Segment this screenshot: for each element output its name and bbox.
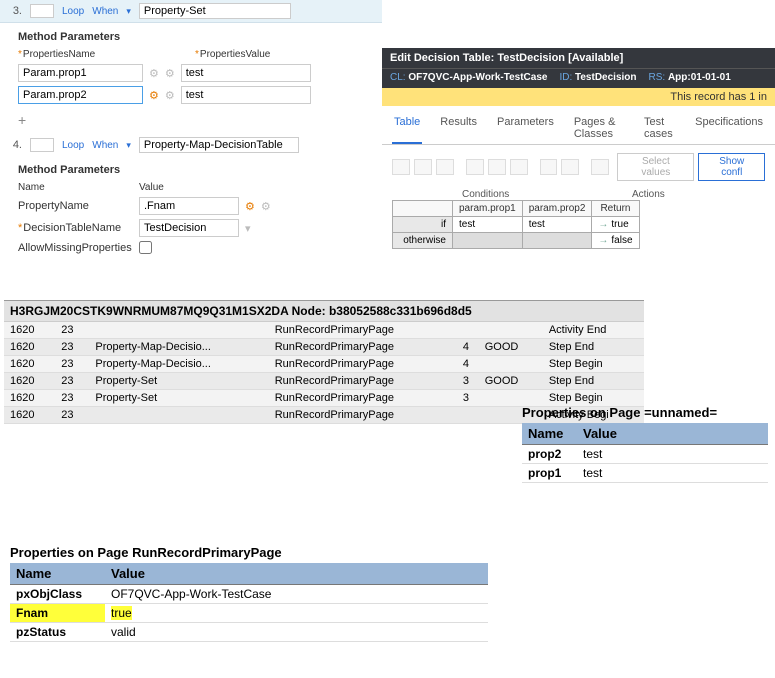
tracer-row[interactable]: 162023RunRecordPrimaryPageActivity End	[4, 322, 644, 339]
dt-col-header[interactable]: param.prop2	[522, 201, 592, 217]
param-value-input[interactable]	[139, 219, 239, 237]
param-row: DecisionTableName ▾	[18, 219, 364, 237]
table-row: pxObjClassOF7QVC-App-Work-TestCase	[10, 585, 488, 604]
dt-corner	[393, 201, 453, 217]
table-row: pzStatusvalid	[10, 623, 488, 642]
chevron-down-icon[interactable]: ▾	[126, 140, 131, 151]
dt-title: Edit Decision Table: TestDecision [Avail…	[382, 48, 775, 69]
col-header-value: Value	[139, 182, 164, 193]
dt-col-header[interactable]: Return	[592, 201, 639, 217]
col-header-name: Name	[18, 182, 133, 193]
gear-icon[interactable]: ⚙	[245, 200, 255, 213]
col-header-name: PropertiesName	[18, 49, 153, 60]
method-params-grid: PropertiesName PropertiesValue ⚙⚙ ⚙⚙	[0, 49, 382, 112]
param-label: AllowMissingProperties	[18, 242, 133, 254]
step-number: 3.	[8, 5, 22, 17]
table-row: Fnamtrue	[10, 604, 488, 623]
gear-icon[interactable]: ⚙	[149, 67, 159, 80]
toolbar-button[interactable]	[488, 159, 506, 175]
loop-link[interactable]: Loop	[62, 6, 84, 17]
activity-panel: 3. Loop When ▾ Method Parameters Propert…	[0, 0, 382, 262]
step-number: 4.	[8, 139, 22, 151]
step-3-header[interactable]: 3. Loop When ▾	[0, 0, 382, 23]
tracer-row[interactable]: 162023Property-Map-Decisio...RunRecordPr…	[4, 339, 644, 356]
method-params-grid: Name Value PropertyName ⚙ ⚙ DecisionTable…	[0, 182, 382, 262]
method-params-title: Method Parameters	[0, 156, 382, 182]
param-row: ⚙⚙	[18, 64, 364, 82]
param-name-input[interactable]	[18, 64, 143, 82]
props-title: Properties on Page RunRecordPrimaryPage	[10, 542, 488, 563]
show-conflicts-button[interactable]: Show confl	[698, 153, 765, 181]
gear-icon[interactable]: ⚙	[261, 200, 271, 213]
param-name-input[interactable]	[18, 86, 143, 104]
dt-col-header[interactable]: param.prop1	[453, 201, 523, 217]
table-row: prop2test	[522, 445, 768, 464]
toolbar-button[interactable]	[392, 159, 410, 175]
chevron-down-icon[interactable]: ▾	[126, 6, 131, 17]
tab-pages-classes[interactable]: Pages & Classes	[572, 112, 626, 144]
param-label: DecisionTableName	[18, 222, 133, 234]
when-link[interactable]: When	[92, 140, 118, 151]
toolbar-button[interactable]	[540, 159, 558, 175]
warning-bar[interactable]: This record has 1 in	[382, 88, 775, 106]
tab-test-cases[interactable]: Test cases	[642, 112, 677, 144]
props-unnamed-panel: Properties on Page =unnamed= NameValue p…	[522, 402, 768, 483]
gear-icon[interactable]: ⚙	[165, 89, 175, 102]
param-row: ⚙⚙	[18, 86, 364, 104]
method-input[interactable]	[139, 137, 299, 153]
toolbar-button[interactable]	[561, 159, 579, 175]
method-input[interactable]	[139, 3, 291, 19]
tab-results[interactable]: Results	[438, 112, 479, 144]
param-label: PropertyName	[18, 200, 133, 212]
add-row-button[interactable]: +	[0, 112, 382, 134]
param-value-input[interactable]	[181, 64, 311, 82]
select-values-button[interactable]: Select values	[617, 153, 694, 181]
gear-icon[interactable]: ⚙	[149, 89, 159, 102]
toolbar-button[interactable]	[591, 159, 609, 175]
tracer-row[interactable]: 162023Property-Map-Decisio...RunRecordPr…	[4, 356, 644, 373]
decision-table-panel: Edit Decision Table: TestDecision [Avail…	[382, 48, 775, 249]
dt-row[interactable]: otherwise →false	[393, 233, 640, 249]
param-row: AllowMissingProperties	[18, 241, 364, 254]
tracer-title: H3RGJM20CSTK9WNRMUM87MQ9Q31M1SX2DA Node:…	[4, 300, 644, 322]
toolbar-button[interactable]	[510, 159, 528, 175]
toolbar-button[interactable]	[414, 159, 432, 175]
props-table: NameValue prop2test prop1test	[522, 423, 768, 483]
dt-subheader: CL: OF7QVC-App-Work-TestCase ID: TestDec…	[382, 69, 775, 88]
tab-specifications[interactable]: Specifications	[693, 112, 765, 144]
col-header-value: PropertiesValue	[195, 49, 270, 60]
step-label-box[interactable]	[30, 138, 54, 152]
tab-table[interactable]: Table	[392, 112, 422, 144]
gear-icon[interactable]: ⚙	[165, 67, 175, 80]
step-4-header[interactable]: 4. Loop When ▾	[0, 134, 382, 156]
when-link[interactable]: When	[92, 6, 118, 17]
tracer-row[interactable]: 162023Property-SetRunRecordPrimaryPage3G…	[4, 373, 644, 390]
step-label-box[interactable]	[30, 4, 54, 18]
dt-toolbar: Select values Show confl	[382, 145, 775, 189]
method-params-title: Method Parameters	[0, 23, 382, 49]
allow-missing-checkbox[interactable]	[139, 241, 152, 254]
dt-section-labels: Conditions Actions	[382, 189, 775, 200]
dt-row[interactable]: if test test →true	[393, 217, 640, 233]
decision-table: param.prop1 param.prop2 Return if test t…	[392, 200, 640, 249]
tab-parameters[interactable]: Parameters	[495, 112, 556, 144]
param-value-input[interactable]	[139, 197, 239, 215]
tab-bar: Table Results Parameters Pages & Classes…	[382, 106, 775, 145]
table-row: prop1test	[522, 464, 768, 483]
gear-icon[interactable]: ▾	[245, 222, 251, 235]
toolbar-button[interactable]	[466, 159, 484, 175]
toolbar-button[interactable]	[436, 159, 454, 175]
param-value-input[interactable]	[181, 86, 311, 104]
param-row: PropertyName ⚙ ⚙	[18, 197, 364, 215]
props-run-panel: Properties on Page RunRecordPrimaryPage …	[10, 542, 488, 642]
props-title: Properties on Page =unnamed=	[522, 402, 768, 423]
loop-link[interactable]: Loop	[62, 140, 84, 151]
props-table: NameValue pxObjClassOF7QVC-App-Work-Test…	[10, 563, 488, 642]
